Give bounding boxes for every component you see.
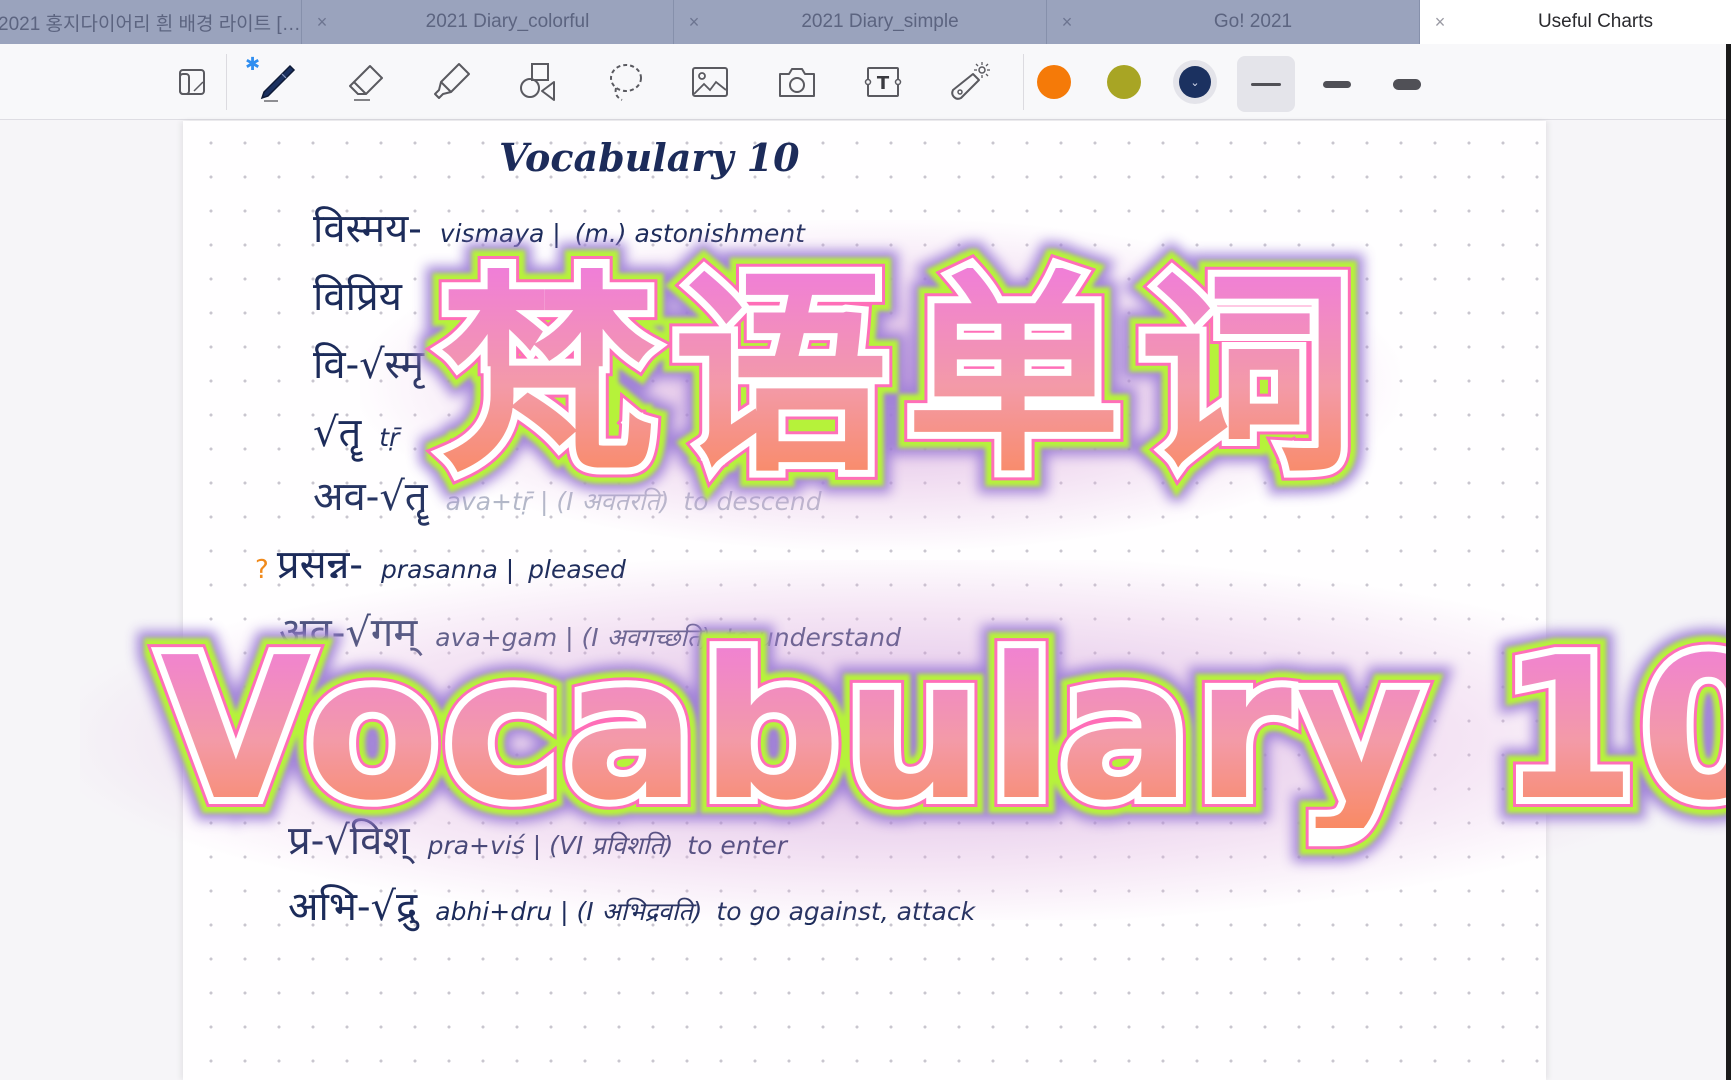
tab-2021-diary-simple[interactable]: × 2021 Diary_simple [674,0,1047,44]
shapes-icon [520,63,555,101]
vocab-line: विस्मय-vismaya | (m.) astonishment [313,199,805,254]
chevron-down-icon: ⌄ [1190,75,1200,89]
tab-label: Useful Charts [1537,11,1654,32]
window-right-edge [1726,44,1731,1080]
close-icon[interactable]: × [674,12,714,33]
lasso-icon [610,64,642,101]
laser-pointer-tool-button[interactable] [943,56,995,108]
camera-icon [779,68,815,97]
romanization: abhi+dru | (I अभिद्रवति) [435,897,703,926]
notes-app-window: 2021 홍지다이어리 흰 배경 라이트 [… × 2021 Diary_col… [0,0,1731,1080]
meaning: pleased [528,555,626,584]
title-zh-fill: 梵语单词 [440,250,1372,501]
highlighter-tool-button[interactable] [425,56,477,108]
color-swatch-navy[interactable]: ⌄ [1173,60,1217,104]
lasso-tool-button[interactable] [598,56,650,108]
page-view-icon [179,69,205,95]
color-swatch-orange[interactable] [1037,65,1071,99]
text-box-icon: T [864,67,902,97]
sanskrit-word: अभि-√द्रु [288,884,418,930]
pen-icon [260,64,296,102]
sanskrit-word: विस्मय- [313,206,422,252]
tab-go-2021[interactable]: × Go! 2021 [1047,0,1420,44]
vocab-line: √तॄ tṝ [313,403,399,458]
meaning: (m.) astonishment [574,219,805,248]
color-swatch-olive[interactable] [1107,65,1141,99]
stroke-medium-icon [1323,80,1351,88]
sanskrit-word: वि-√स्मृ [313,342,425,388]
meaning: to go against, attack [716,897,976,926]
toolbar-divider [1023,54,1024,110]
stroke-width-medium[interactable] [1308,56,1366,112]
tab-2021-diary-colorful[interactable]: × 2021 Diary_colorful [302,0,674,44]
romanization: vismaya | [439,219,561,248]
stroke-width-thin[interactable] [1237,56,1295,112]
tab-label: 2021 홍지다이어리 흰 배경 라이트 [… [0,13,301,35]
vocab-line: ? प्रसन्न-prasanna | pleased [255,535,626,590]
toolbar-divider [226,54,227,110]
highlighter-icon [434,63,470,99]
pen-tool-button[interactable] [250,56,302,108]
stroke-width-thick[interactable] [1378,56,1436,112]
tab-label: 2021 Diary_colorful [425,11,590,32]
drawing-toolbar: ✱ T ⌄ [0,44,1731,120]
vocab-line: वि-√स्मृ [313,335,424,390]
close-icon[interactable]: × [1420,12,1460,33]
sanskrit-word: प्रसन्न- [276,542,363,588]
camera-tool-button[interactable] [771,56,823,108]
romanization: tṝ [379,423,400,452]
color-swatch-navy-fill: ⌄ [1179,66,1211,98]
image-icon [692,67,728,97]
vocab-line: विप्रिय [313,267,402,322]
eraser-icon [349,65,383,101]
handwritten-title: Vocabulary 10 [499,135,800,180]
image-tool-button[interactable] [684,56,736,108]
svg-text:T: T [877,73,890,94]
tab-label: Go! 2021 [1213,11,1293,32]
tab-useful-charts[interactable]: × Useful Charts [1420,0,1731,44]
close-icon[interactable]: × [302,12,342,33]
page-view-button[interactable] [166,56,218,108]
laser-pointer-icon [951,62,990,100]
text-box-tool-button[interactable]: T [857,56,909,108]
romanization: prasanna | [380,555,515,584]
stroke-thin-icon [1251,82,1281,86]
tab-hongji-diary[interactable]: 2021 홍지다이어리 흰 배경 라이트 [… [0,0,302,44]
sanskrit-word: अव-√तॄ [313,474,428,520]
vocab-line: अभि-√द्रु abhi+dru | (I अभिद्रवति) to go a… [288,877,975,932]
question-flag: ? [255,555,269,585]
sanskrit-word: √तॄ [313,410,362,456]
sanskrit-word: विप्रिय [313,274,402,320]
eraser-tool-button[interactable] [340,56,392,108]
stroke-thick-icon [1393,78,1421,90]
title-en-fill: Vocabulary 10 [160,632,1731,828]
tab-label: 2021 Diary_simple [801,11,959,32]
close-icon[interactable]: × [1047,12,1087,33]
tab-bar: 2021 홍지다이어리 흰 배경 라이트 [… × 2021 Diary_col… [0,0,1731,44]
shapes-tool-button[interactable] [512,56,564,108]
